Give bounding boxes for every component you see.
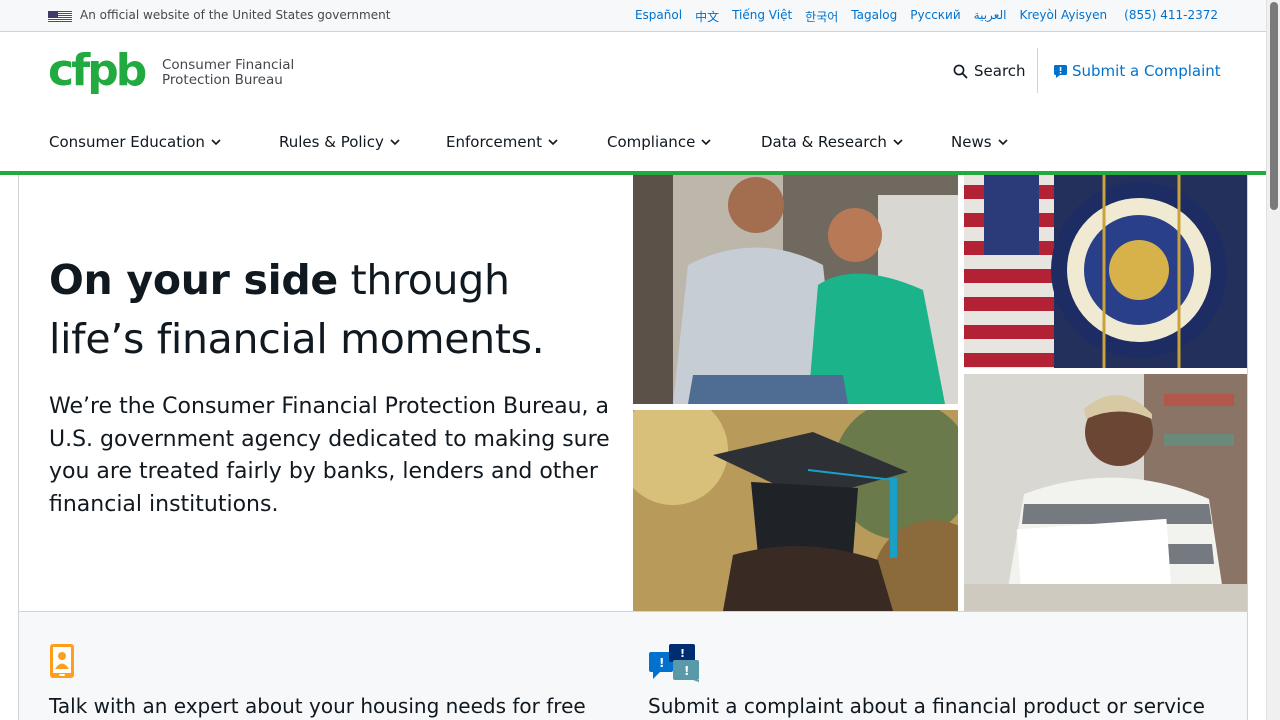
lang-link-vietnamese[interactable]: Tiếng Việt xyxy=(732,8,792,25)
chevron-down-icon xyxy=(390,138,400,145)
official-site-text: An official website of the United States… xyxy=(80,8,391,22)
nav-consumer-education[interactable]: Consumer Education xyxy=(49,133,221,151)
hero-title-bold: On your side xyxy=(49,256,338,304)
svg-text:!: ! xyxy=(680,647,685,660)
main-nav: Consumer Education Rules & Policy Enforc… xyxy=(0,131,1266,161)
lang-link-chinese[interactable]: 中文 xyxy=(695,8,719,25)
gov-banner: An official website of the United States… xyxy=(0,0,1266,32)
nav-news[interactable]: News xyxy=(951,133,1008,151)
hero-section: On your side through life’s financial mo… xyxy=(18,175,1248,612)
nav-enforcement[interactable]: Enforcement xyxy=(446,133,558,151)
chevron-down-icon xyxy=(893,138,903,145)
lang-link-russian[interactable]: Русский xyxy=(910,8,960,25)
nav-compliance[interactable]: Compliance xyxy=(607,133,711,151)
scrollbar-thumb[interactable] xyxy=(1270,2,1278,210)
svg-text:cfpb: cfpb xyxy=(48,47,146,96)
phone-person-icon xyxy=(50,644,74,682)
lang-link-arabic[interactable]: العربية xyxy=(974,8,1007,25)
nav-label: Rules & Policy xyxy=(279,133,384,151)
logo-line-2: Protection Bureau xyxy=(162,72,283,88)
search-label: Search xyxy=(974,62,1026,80)
logo-wordmark: Consumer Financial Protection Bureau xyxy=(162,58,294,88)
chat-bubbles-icon: ! ! ! xyxy=(649,644,699,686)
nav-label: News xyxy=(951,133,992,151)
hero-body: We’re the Consumer Financial Protection … xyxy=(49,394,610,517)
logo-line-1: Consumer Financial xyxy=(162,57,295,73)
language-links: Español 中文 Tiếng Việt 한국어 Tagalog Русски… xyxy=(635,8,1218,25)
site-header: cfpb Consumer Financial Protection Burea… xyxy=(0,33,1266,173)
flags-seal-photo xyxy=(964,175,1247,368)
nav-label: Consumer Education xyxy=(49,133,205,151)
cfpb-logo-mark: cfpb xyxy=(48,47,149,96)
lang-link-korean[interactable]: 한국어 xyxy=(805,8,838,25)
nav-label: Data & Research xyxy=(761,133,887,151)
chevron-down-icon xyxy=(548,138,558,145)
nav-label: Compliance xyxy=(607,133,696,151)
graduate-photo xyxy=(633,410,958,611)
cfpb-logo[interactable]: cfpb Consumer Financial Protection Burea… xyxy=(48,47,294,99)
complaint-icon xyxy=(1054,64,1067,78)
nav-data-research[interactable]: Data & Research xyxy=(761,133,903,151)
search-icon xyxy=(953,64,968,78)
search-button[interactable]: Search xyxy=(953,62,1026,80)
housing-expert-link[interactable]: Talk with an expert about your housing n… xyxy=(49,694,586,718)
woman-reading-photo xyxy=(964,374,1247,611)
hero-photo-collage xyxy=(633,175,1247,611)
couple-photo xyxy=(633,175,958,404)
chevron-down-icon xyxy=(997,138,1008,145)
complaint-label: Submit a Complaint xyxy=(1072,62,1221,80)
lang-link-espanol[interactable]: Español xyxy=(635,8,682,25)
us-flag-icon xyxy=(48,9,72,22)
svg-text:!: ! xyxy=(659,656,664,670)
nav-rules-policy[interactable]: Rules & Policy xyxy=(279,133,400,151)
chevron-down-icon xyxy=(211,138,221,145)
hero-title: On your side through life’s financial mo… xyxy=(49,251,609,369)
page-scrollbar[interactable] xyxy=(1266,0,1280,720)
svg-text:!: ! xyxy=(684,664,689,678)
chevron-down-icon xyxy=(701,138,711,145)
phone-link[interactable]: (855) 411-2372 xyxy=(1124,8,1218,25)
submit-complaint-link[interactable]: Submit a Complaint xyxy=(1054,62,1221,80)
submit-complaint-card-link[interactable]: Submit a complaint about a financial pro… xyxy=(648,694,1205,718)
feature-cards: Talk with an expert about your housing n… xyxy=(18,612,1248,720)
lang-link-tagalog[interactable]: Tagalog xyxy=(851,8,897,25)
nav-label: Enforcement xyxy=(446,133,542,151)
header-divider xyxy=(1037,48,1038,93)
lang-link-haitian-creole[interactable]: Kreyòl Ayisyen xyxy=(1019,8,1107,25)
